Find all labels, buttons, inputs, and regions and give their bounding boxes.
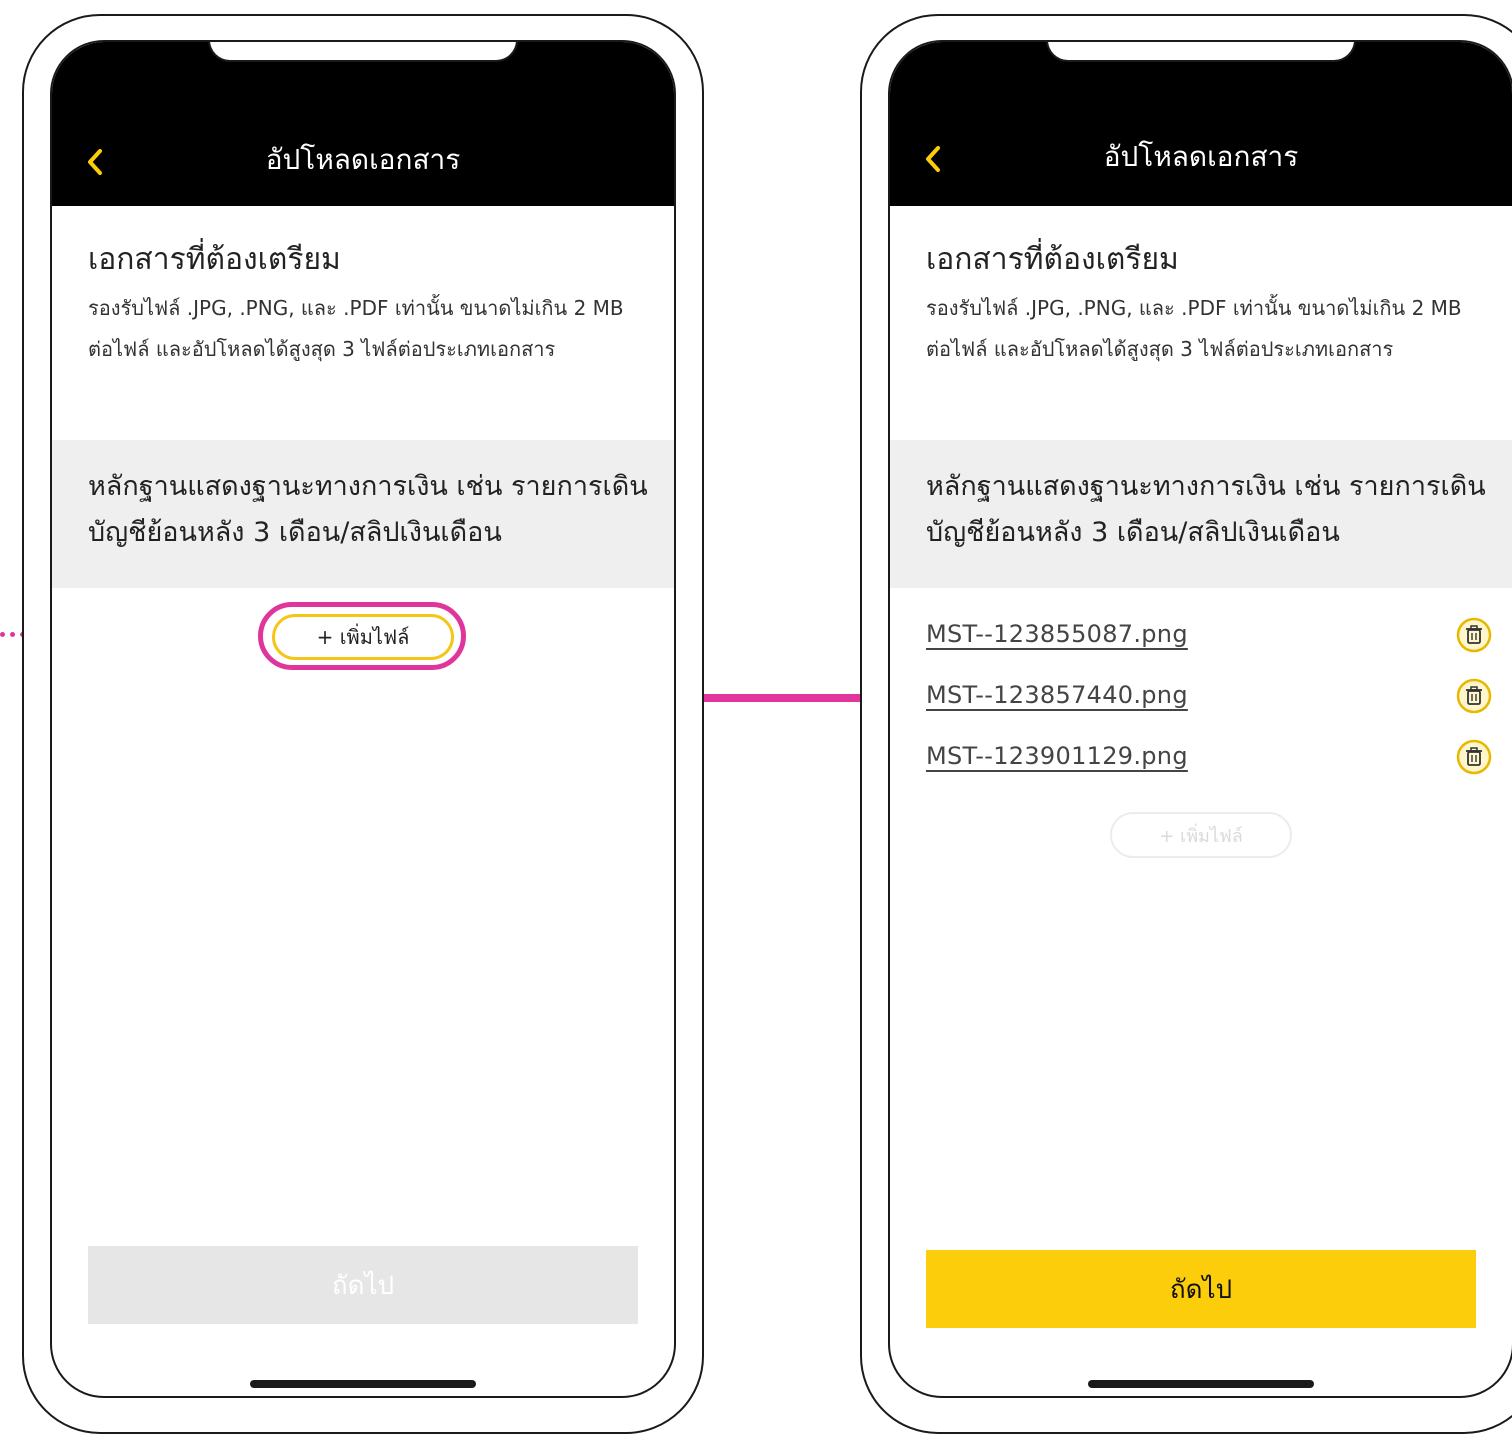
file-item: MST--123857440.png xyxy=(926,677,1492,725)
delete-file-button[interactable] xyxy=(1456,678,1492,714)
section-description: รองรับไฟล์ .JPG, .PNG, และ .PDF เท่านั้น… xyxy=(926,296,1462,361)
file-item: MST--123855087.png xyxy=(926,616,1492,664)
phone-frame-left: อัปโหลดเอกสาร เอกสารที่ต้องเตรียม รองรับ… xyxy=(22,14,704,1434)
trash-icon xyxy=(1456,678,1492,714)
page-title: อัปโหลดเอกสาร xyxy=(1103,140,1299,173)
file-link[interactable]: MST--123901129.png xyxy=(926,742,1188,770)
section-title: เอกสารที่ต้องเตรียม xyxy=(926,242,1179,277)
file-link[interactable]: MST--123855087.png xyxy=(926,620,1188,648)
document-type-box: หลักฐานแสดงฐานะทางการเงิน เช่น รายการเดิ… xyxy=(52,440,674,588)
file-item: MST--123901129.png xyxy=(926,738,1492,786)
phone-notch xyxy=(1046,42,1356,62)
document-type-box: หลักฐานแสดงฐานะทางการเงิน เช่น รายการเดิ… xyxy=(890,440,1512,588)
home-indicator xyxy=(250,1380,476,1388)
screen-left: อัปโหลดเอกสาร เอกสารที่ต้องเตรียม รองรับ… xyxy=(50,40,676,1398)
delete-file-button[interactable] xyxy=(1456,617,1492,653)
phone-frame-right: อัปโหลดเอกสาร เอกสารที่ต้องเตรียม รองรับ… xyxy=(860,14,1512,1434)
next-button[interactable]: ถัดไป xyxy=(926,1250,1476,1328)
app-header: อัปโหลดเอกสาร xyxy=(890,42,1512,206)
home-indicator xyxy=(1088,1380,1314,1388)
section-title: เอกสารที่ต้องเตรียม xyxy=(88,242,341,277)
trash-icon xyxy=(1456,617,1492,653)
trash-icon xyxy=(1456,739,1492,775)
document-type-label: หลักฐานแสดงฐานะทางการเงิน เช่น รายการเดิ… xyxy=(926,471,1486,548)
section-description: รองรับไฟล์ .JPG, .PNG, และ .PDF เท่านั้น… xyxy=(88,296,624,361)
add-file-button[interactable]: + เพิ่มไฟล์ xyxy=(1110,812,1292,858)
add-file-button[interactable]: + เพิ่มไฟล์ xyxy=(272,614,454,660)
delete-file-button[interactable] xyxy=(1456,739,1492,775)
flow-connector-line xyxy=(704,694,860,702)
screen-right: อัปโหลดเอกสาร เอกสารที่ต้องเตรียม รองรับ… xyxy=(888,40,1512,1398)
page-title: อัปโหลดเอกสาร xyxy=(265,143,461,176)
document-type-label: หลักฐานแสดงฐานะทางการเงิน เช่น รายการเดิ… xyxy=(88,471,648,548)
app-header: อัปโหลดเอกสาร xyxy=(52,42,674,206)
phone-notch xyxy=(208,42,518,62)
file-link[interactable]: MST--123857440.png xyxy=(926,681,1188,709)
next-button[interactable]: ถัดไป xyxy=(88,1246,638,1324)
